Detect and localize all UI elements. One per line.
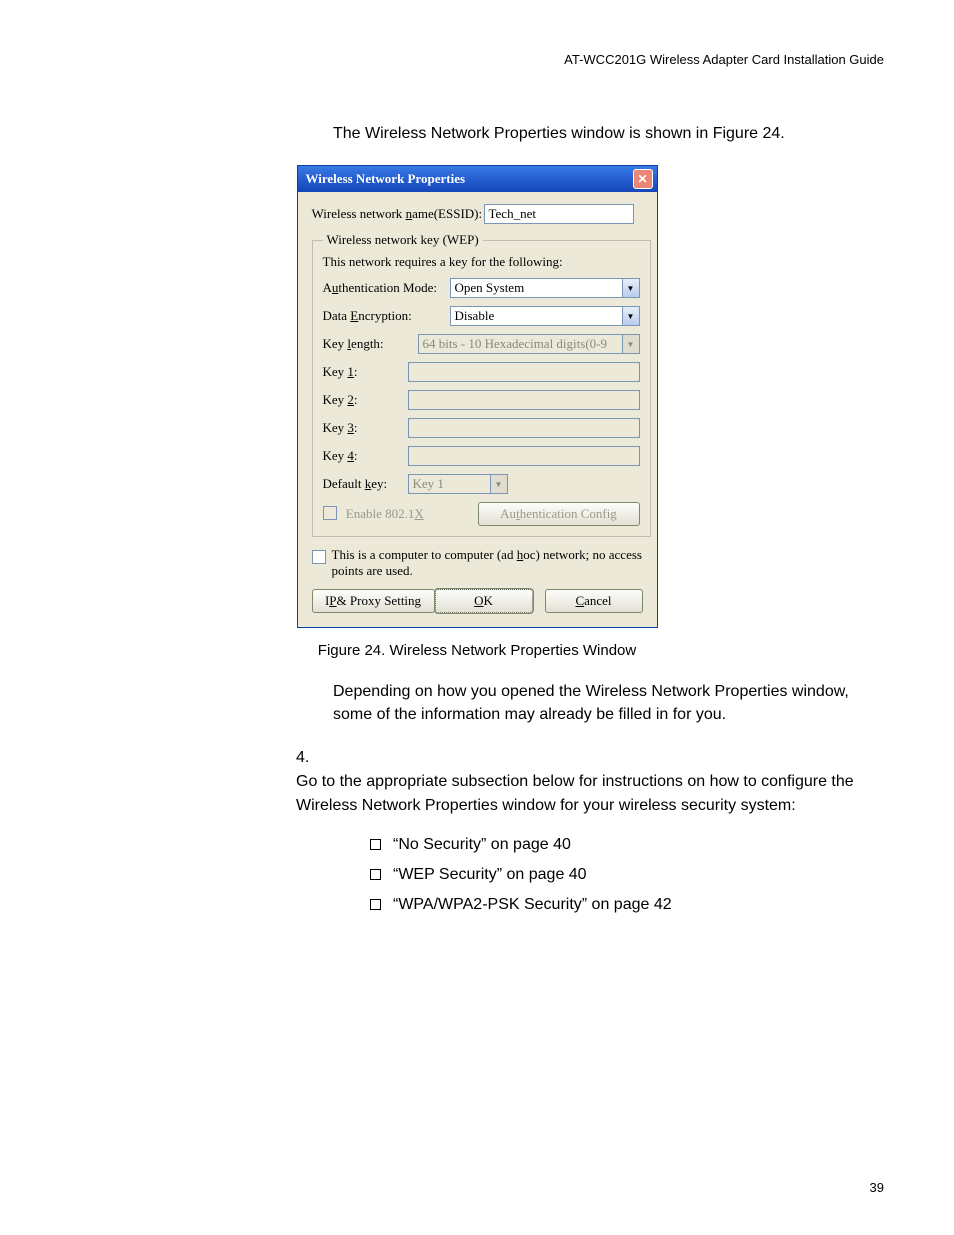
wep-legend: Wireless network key (WEP) bbox=[323, 232, 483, 248]
chevron-down-icon[interactable]: ▼ bbox=[622, 307, 639, 325]
intro-text: The Wireless Network Properties window i… bbox=[333, 123, 884, 145]
enable-8021x-label: Enable 802.1X bbox=[346, 506, 424, 521]
key2-label: Key 2: bbox=[323, 392, 408, 408]
close-icon[interactable]: ✕ bbox=[633, 169, 653, 189]
sub-bullets: “No Security” on page 40 “WEP Security” … bbox=[370, 836, 884, 914]
key1-label: Key 1: bbox=[323, 364, 408, 380]
page-number: 39 bbox=[870, 1180, 884, 1195]
para2: Depending on how you opened the Wireless… bbox=[333, 681, 884, 726]
key2-input bbox=[408, 390, 640, 410]
wep-fieldset: Wireless network key (WEP) This network … bbox=[312, 232, 651, 537]
encryption-select[interactable]: Disable ▼ bbox=[450, 306, 640, 326]
chevron-down-icon: ▼ bbox=[622, 335, 639, 353]
wireless-properties-dialog: Wireless Network Properties ✕ Wireless n… bbox=[297, 165, 658, 628]
key1-input bbox=[408, 362, 640, 382]
key3-label: Key 3: bbox=[323, 420, 408, 436]
defkey-label: Default key: bbox=[323, 476, 408, 492]
enable-8021x-checkbox bbox=[323, 506, 337, 520]
adhoc-checkbox[interactable] bbox=[312, 550, 326, 564]
chevron-down-icon: ▼ bbox=[490, 475, 507, 493]
auth-config-button: Authentication Config bbox=[478, 502, 640, 526]
auth-label: Authentication Mode: bbox=[323, 280, 450, 296]
ip-proxy-button[interactable]: IP & Proxy Setting bbox=[312, 589, 435, 613]
defaultkey-select: Key 1 ▼ bbox=[408, 474, 508, 494]
keylen-label: Key length: bbox=[323, 336, 418, 352]
list-item: “WPA/WPA2-PSK Security” on page 42 bbox=[370, 896, 884, 914]
key4-input bbox=[408, 446, 640, 466]
auth-mode-select[interactable]: Open System ▼ bbox=[450, 278, 640, 298]
header-line: AT-WCC201G Wireless Adapter Card Install… bbox=[70, 52, 884, 67]
enc-label: Data Encryption: bbox=[323, 308, 450, 324]
key3-input bbox=[408, 418, 640, 438]
bullet-icon bbox=[370, 839, 381, 850]
figure-caption: Figure 24. Wireless Network Properties W… bbox=[70, 642, 884, 659]
bullet-icon bbox=[370, 899, 381, 910]
essid-input[interactable]: Tech_net bbox=[484, 204, 634, 224]
adhoc-label: This is a computer to computer (ad hoc) … bbox=[332, 547, 643, 579]
step4-text: Go to the appropriate subsection below f… bbox=[296, 770, 856, 818]
essid-label: Wireless network name(ESSID): bbox=[312, 206, 484, 222]
titlebar: Wireless Network Properties ✕ bbox=[298, 166, 657, 192]
key4-label: Key 4: bbox=[323, 448, 408, 464]
list-item: “No Security” on page 40 bbox=[370, 836, 884, 854]
cancel-button[interactable]: Cancel bbox=[545, 589, 643, 613]
chevron-down-icon[interactable]: ▼ bbox=[622, 279, 639, 297]
ok-button[interactable]: OK bbox=[435, 589, 533, 613]
wep-note: This network requires a key for the foll… bbox=[323, 254, 640, 270]
dialog-title: Wireless Network Properties bbox=[306, 171, 466, 187]
bullet-icon bbox=[370, 869, 381, 880]
list-item: “WEP Security” on page 40 bbox=[370, 866, 884, 884]
step4-number: 4. bbox=[296, 746, 326, 770]
keylength-select: 64 bits - 10 Hexadecimal digits(0-9 ▼ bbox=[418, 334, 640, 354]
